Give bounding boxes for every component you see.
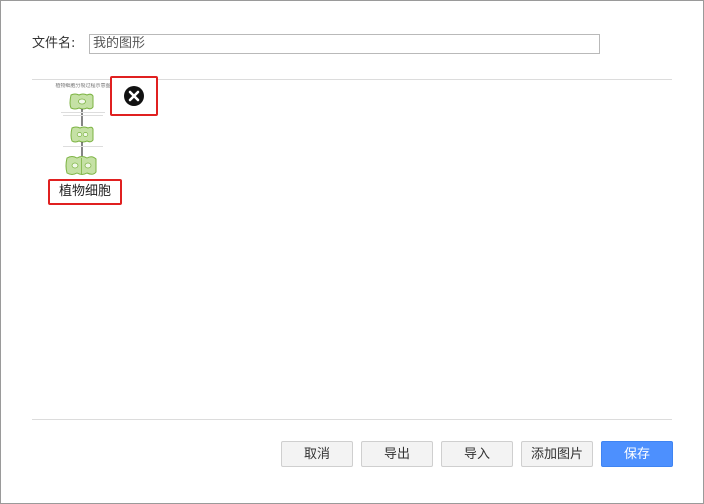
delete-highlight xyxy=(110,76,158,116)
cancel-button[interactable]: 取消 xyxy=(281,441,353,467)
filename-input[interactable] xyxy=(89,34,600,54)
gallery-item-name[interactable]: 植物细胞 xyxy=(48,179,122,205)
save-dialog: 文件名: 植物细胞分裂过程示意图 xyxy=(0,0,704,504)
filename-label: 文件名: xyxy=(32,36,76,51)
gallery-item[interactable]: 植物细胞分裂过程示意图 植物细胞 xyxy=(45,79,122,205)
thumbnail-title: 植物细胞分裂过程示意图 xyxy=(55,83,111,89)
save-button[interactable]: 保存 xyxy=(601,441,673,467)
thumbnail-graphic xyxy=(61,93,105,175)
diagram-thumbnail[interactable]: 植物细胞分裂过程示意图 xyxy=(53,83,113,179)
close-circle-icon[interactable] xyxy=(123,85,145,107)
export-button[interactable]: 导出 xyxy=(361,441,433,467)
add-image-button[interactable]: 添加图片 xyxy=(521,441,593,467)
bottom-divider xyxy=(32,419,672,420)
import-button[interactable]: 导入 xyxy=(441,441,513,467)
